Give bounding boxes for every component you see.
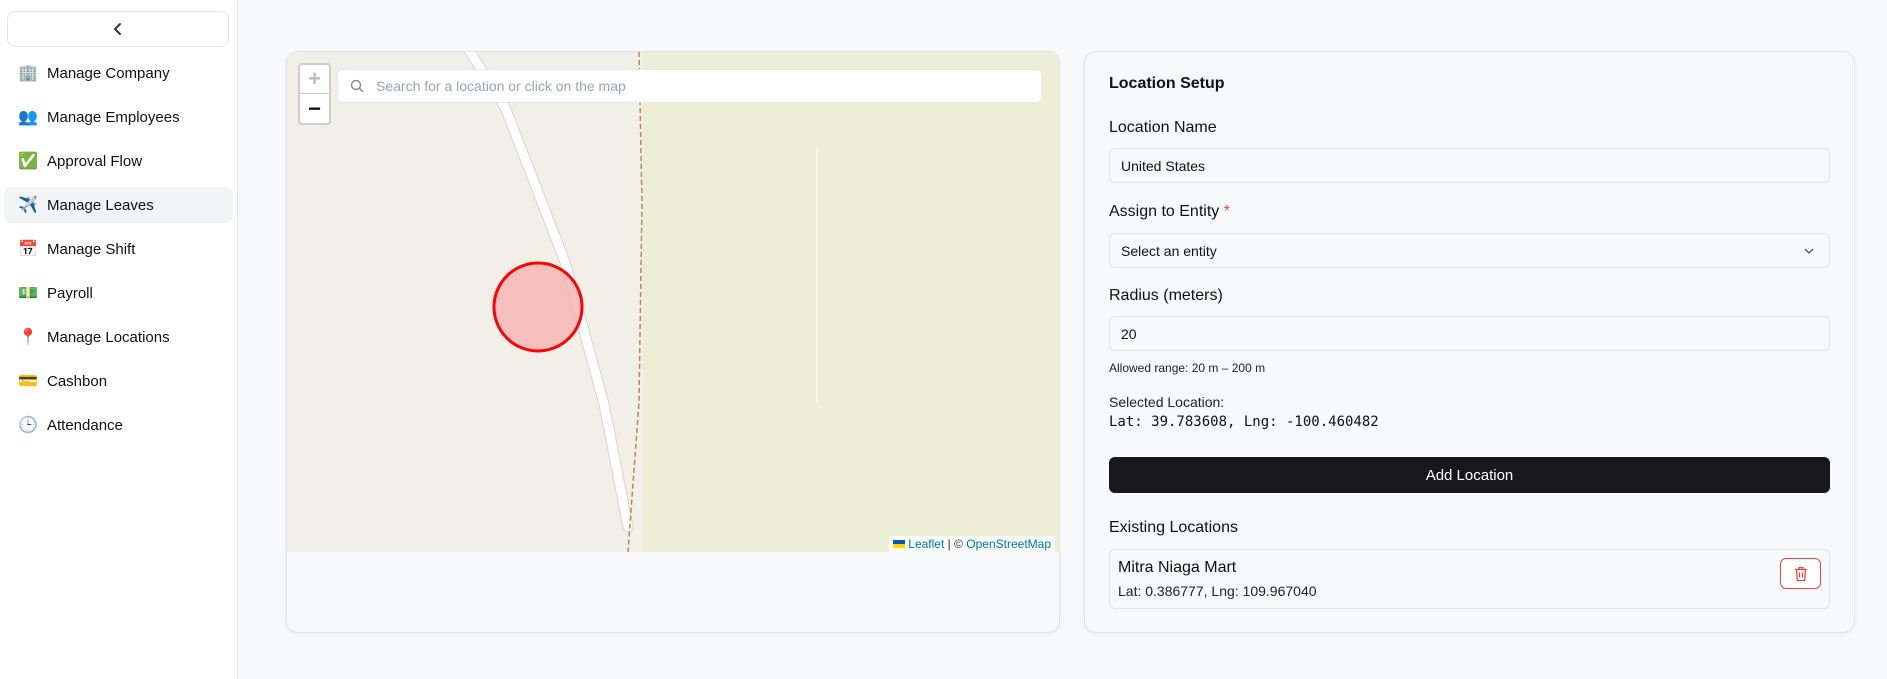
radius-label: Radius (meters) xyxy=(1109,287,1223,304)
ukraine-flag-icon xyxy=(893,540,906,548)
location-name: Mitra Niaga Mart xyxy=(1118,559,1237,576)
zoom-out-button[interactable]: − xyxy=(300,94,329,123)
map-attribution: Leaflet | © OpenStreetMap xyxy=(889,536,1055,552)
entity-label: Assign to Entity * xyxy=(1109,203,1230,221)
zoom-in-button[interactable]: + xyxy=(300,65,329,94)
add-location-button[interactable]: Add Location xyxy=(1109,457,1830,493)
sidebar-item-manage-company[interactable]: 🏢 Manage Company xyxy=(4,55,233,91)
sidebar-item-icon: 💳 xyxy=(18,373,38,390)
selected-location-label: Selected Location: xyxy=(1109,394,1225,410)
sidebar-item-approval-flow[interactable]: ✅ Approval Flow xyxy=(4,143,233,179)
sidebar-item-label: Manage Locations xyxy=(47,328,170,346)
required-mark: * xyxy=(1223,203,1230,220)
sidebar-item-label: Manage Leaves xyxy=(47,196,154,214)
radius-input[interactable]: 20 xyxy=(1109,316,1830,351)
zoom-control: + − xyxy=(298,63,331,125)
sidebar-item-manage-employees[interactable]: 👥 Manage Employees xyxy=(4,99,233,135)
green-area xyxy=(643,52,1059,552)
entity-select-value: Select an entity xyxy=(1121,242,1217,259)
attribution-separator: | © xyxy=(944,537,967,551)
sidebar-item-icon: 🕒 xyxy=(18,417,38,434)
selected-coordinates: Lat: 39.783608, Lng: -100.460482 xyxy=(1109,414,1379,430)
sidebar-item-label: Manage Employees xyxy=(47,108,180,126)
sidebar-item-icon: 📅 xyxy=(18,241,38,258)
sidebar-item-icon: ✅ xyxy=(18,153,38,170)
entity-select[interactable]: Select an entity xyxy=(1109,233,1830,268)
sidebar-item-label: Manage Company xyxy=(47,64,170,82)
location-name-label: Location Name xyxy=(1109,119,1217,136)
sidebar-item-payroll[interactable]: 💵 Payroll xyxy=(4,275,233,311)
map-tiles xyxy=(463,52,1059,552)
radius-circle[interactable] xyxy=(492,261,584,353)
location-search-input[interactable]: Search for a location or click on the ma… xyxy=(337,69,1042,103)
panel-title: Location Setup xyxy=(1109,75,1225,92)
entity-label-text: Assign to Entity xyxy=(1109,203,1220,220)
chevron-down-icon xyxy=(1804,248,1814,254)
location-coords: Lat: 0.386777, Lng: 109.967040 xyxy=(1118,583,1317,599)
sidebar-item-label: Cashbon xyxy=(47,372,108,390)
existing-locations-title: Existing Locations xyxy=(1109,519,1238,536)
sidebar: 🏢 Manage Company 👥 Manage Employees ✅ Approva… xyxy=(0,0,238,679)
sidebar-item-icon: 💵 xyxy=(18,285,38,302)
sidebar-item-label: Manage Shift xyxy=(47,240,136,258)
boundary-line xyxy=(627,52,643,552)
sidebar-item-icon: 📍 xyxy=(18,329,38,346)
radius-hint: Allowed range: 20 m – 200 m xyxy=(1109,361,1266,375)
sidebar-item-label: Attendance xyxy=(47,416,123,434)
openstreetmap-link[interactable]: OpenStreetMap xyxy=(966,537,1051,551)
leaflet-link[interactable]: Leaflet xyxy=(908,537,944,551)
map-card: + − Search for a location or click on th… xyxy=(286,51,1060,633)
sidebar-item-icon: 👥 xyxy=(18,109,38,126)
chevron-left-icon xyxy=(113,23,121,35)
search-icon xyxy=(350,79,364,93)
sidebar-item-manage-shift[interactable]: 📅 Manage Shift xyxy=(4,231,233,267)
sidebar-item-icon: 🏢 xyxy=(18,65,38,82)
sidebar-item-label: Payroll xyxy=(47,284,93,302)
collapse-sidebar-button[interactable] xyxy=(7,11,229,47)
sidebar-item-manage-leaves[interactable]: ✈️ Manage Leaves xyxy=(4,187,233,223)
map[interactable]: + − Search for a location or click on th… xyxy=(287,52,1059,552)
sidebar-item-cashbon[interactable]: 💳 Cashbon xyxy=(4,363,233,399)
sidebar-item-label: Approval Flow xyxy=(47,152,143,170)
sidebar-item-attendance[interactable]: 🕒 Attendance xyxy=(4,407,233,443)
search-placeholder: Search for a location or click on the ma… xyxy=(376,78,626,94)
sidebar-item-icon: ✈️ xyxy=(18,197,38,214)
location-name-input[interactable]: United States xyxy=(1109,148,1830,183)
trash-icon xyxy=(1794,566,1807,581)
location-setup-panel: Location Setup Location Name United Stat… xyxy=(1084,51,1855,633)
delete-location-button[interactable] xyxy=(1780,558,1821,589)
sidebar-item-manage-locations[interactable]: 📍 Manage Locations xyxy=(4,319,233,355)
location-list-item: Mitra Niaga Mart Lat: 0.386777, Lng: 109… xyxy=(1109,549,1830,609)
